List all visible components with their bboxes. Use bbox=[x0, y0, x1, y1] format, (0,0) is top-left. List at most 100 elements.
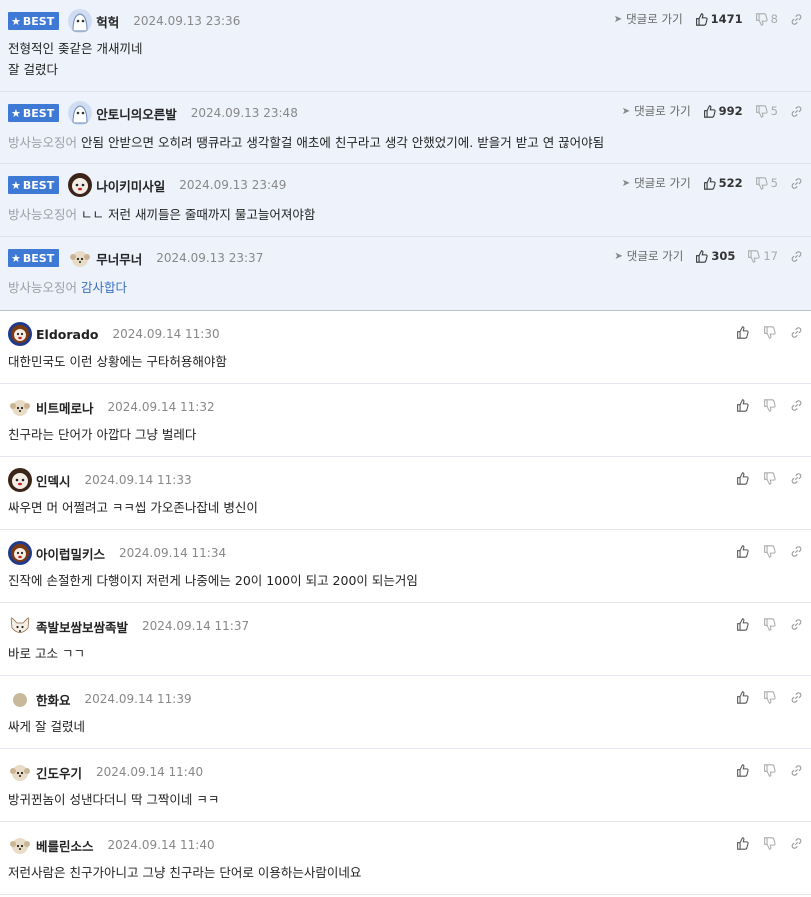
link-icon bbox=[791, 472, 802, 484]
star-icon: ★ bbox=[11, 178, 21, 192]
link-button[interactable] bbox=[790, 618, 803, 631]
thumbs-down-icon bbox=[755, 12, 768, 26]
thumbs-up-icon bbox=[737, 398, 749, 412]
reply-target[interactable]: 방사능오징어 bbox=[8, 280, 77, 295]
nickname[interactable]: 긴도우기 bbox=[36, 763, 82, 782]
link-button[interactable] bbox=[790, 764, 803, 777]
ball-avatar[interactable] bbox=[8, 687, 32, 711]
nickname[interactable]: 아이럽밀키스 bbox=[36, 544, 105, 563]
puppy-avatar[interactable] bbox=[8, 833, 32, 857]
downvote-button[interactable] bbox=[763, 398, 776, 412]
upvote-button[interactable] bbox=[736, 325, 749, 339]
thumbs-up-icon bbox=[696, 249, 708, 263]
comment: 아이럽밀키스 2024.09.14 11:34 진작에 손절한게 다행이지 저런게 … bbox=[0, 530, 811, 603]
nickname[interactable]: 무너무너 bbox=[96, 249, 142, 268]
thumbs-down-icon bbox=[764, 544, 776, 558]
ghost-avatar[interactable] bbox=[68, 9, 93, 33]
dog-avatar[interactable] bbox=[68, 173, 93, 197]
goto-reply-link[interactable]: ➤ 댓글로 가기 bbox=[622, 175, 691, 191]
regular-comments: Eldorado 2024.09.14 11:30 대한민국도 이런 상황에는 구타… bbox=[0, 311, 811, 895]
comment-date: 2024.09.14 11:40 bbox=[96, 765, 204, 779]
upvote-button[interactable] bbox=[736, 544, 749, 558]
upvote-button[interactable] bbox=[736, 836, 749, 850]
downvote-button[interactable] bbox=[763, 690, 776, 704]
best-comment: ★ BEST 무너무너 2024.09.13 23:37 ➤ 댓글로 가기 305 … bbox=[0, 237, 811, 311]
nickname[interactable]: 나이키미사일 bbox=[96, 176, 165, 195]
nickname[interactable]: Eldorado bbox=[36, 327, 99, 342]
nickname[interactable]: 헉헉 bbox=[96, 12, 119, 31]
star-icon: ★ bbox=[11, 106, 21, 120]
goto-reply-link[interactable]: ➤ 댓글로 가기 bbox=[622, 103, 691, 119]
downvote-button[interactable]: 8 bbox=[755, 12, 778, 26]
downvote-button[interactable]: 5 bbox=[755, 176, 778, 190]
link-button[interactable] bbox=[790, 691, 803, 704]
thumbs-up-icon bbox=[695, 12, 708, 26]
thumbs-down-icon bbox=[764, 690, 776, 704]
goto-reply-link[interactable]: ➤ 댓글로 가기 bbox=[614, 248, 683, 264]
puppy-avatar[interactable] bbox=[8, 760, 32, 784]
comment-body: 방사능오징어 안됨 안받으면 오히려 땡큐라고 생각할걸 애초에 친구라고 생각 … bbox=[8, 135, 605, 150]
upvote-button[interactable] bbox=[736, 617, 749, 631]
nickname[interactable]: 비트메로나 bbox=[36, 398, 94, 417]
nickname[interactable]: 안토니의오른발 bbox=[96, 104, 177, 123]
downvote-button[interactable] bbox=[763, 763, 776, 777]
nickname[interactable]: 인덱시 bbox=[36, 471, 71, 490]
upvote-button[interactable]: 522 bbox=[703, 176, 743, 190]
lion-avatar[interactable] bbox=[8, 541, 32, 565]
upvote-button[interactable] bbox=[736, 398, 749, 412]
dog-avatar[interactable] bbox=[8, 468, 32, 492]
nickname[interactable]: 족발보쌈보쌈족발 bbox=[36, 617, 128, 636]
link-button[interactable] bbox=[790, 545, 803, 558]
upvote-button[interactable] bbox=[736, 690, 749, 704]
reply-target[interactable]: 방사능오징어 bbox=[8, 207, 77, 222]
downvote-count: 8 bbox=[770, 12, 778, 26]
upvote-button[interactable]: 992 bbox=[703, 104, 743, 118]
link-button[interactable] bbox=[790, 177, 803, 190]
link-button[interactable] bbox=[790, 837, 803, 850]
link-icon bbox=[791, 764, 802, 776]
comment-date: 2024.09.13 23:48 bbox=[190, 106, 298, 120]
nickname[interactable]: 베를린소스 bbox=[36, 836, 94, 855]
thumbs-down-icon bbox=[764, 471, 776, 485]
downvote-button[interactable] bbox=[763, 544, 776, 558]
downvote-count: 5 bbox=[770, 104, 778, 118]
reply-target[interactable]: 방사능오징어 bbox=[8, 135, 77, 150]
downvote-button[interactable] bbox=[763, 471, 776, 485]
upvote-button[interactable] bbox=[736, 763, 749, 777]
fox-avatar[interactable] bbox=[8, 614, 32, 638]
upvote-count: 522 bbox=[718, 176, 743, 190]
link-button[interactable] bbox=[790, 13, 803, 26]
link-button[interactable] bbox=[790, 326, 803, 339]
best-badge: ★ BEST bbox=[8, 249, 60, 267]
comment: Eldorado 2024.09.14 11:30 대한민국도 이런 상황에는 구타… bbox=[0, 311, 811, 384]
link-icon bbox=[791, 13, 802, 25]
link-button[interactable] bbox=[790, 472, 803, 485]
comment-list: ★ BEST 헉헉 2024.09.13 23:36 ➤ 댓글로 가기 1471 8… bbox=[0, 0, 811, 895]
upvote-button[interactable] bbox=[736, 471, 749, 485]
downvote-button[interactable] bbox=[763, 836, 776, 850]
thumbs-up-icon bbox=[737, 471, 749, 485]
downvote-button[interactable]: 17 bbox=[747, 249, 778, 263]
lion-avatar[interactable] bbox=[8, 322, 32, 346]
upvote-button[interactable]: 1471 bbox=[695, 12, 743, 26]
comment-body: 방사능오징어 ㄴㄴ 저런 새끼들은 줄때까지 물고늘어져야함 bbox=[8, 207, 316, 222]
comment-body: 바로 고소 ㄱㄱ bbox=[8, 646, 85, 661]
send-arrow-icon: ➤ bbox=[621, 177, 631, 189]
goto-reply-link[interactable]: ➤ 댓글로 가기 bbox=[614, 11, 683, 27]
puppy-avatar[interactable] bbox=[68, 246, 92, 270]
downvote-button[interactable]: 5 bbox=[755, 104, 778, 118]
best-badge: ★ BEST bbox=[8, 12, 60, 30]
link-button[interactable] bbox=[790, 250, 803, 263]
nickname[interactable]: 한화요 bbox=[36, 690, 71, 709]
thumbs-down-icon bbox=[755, 176, 768, 190]
link-button[interactable] bbox=[790, 105, 803, 118]
link-button[interactable] bbox=[790, 399, 803, 412]
link-icon bbox=[791, 837, 802, 849]
upvote-button[interactable]: 305 bbox=[695, 249, 735, 263]
ghost-avatar[interactable] bbox=[68, 101, 93, 125]
comment-date: 2024.09.14 11:40 bbox=[107, 838, 215, 852]
thumbs-up-icon bbox=[737, 763, 749, 777]
downvote-button[interactable] bbox=[763, 617, 776, 631]
downvote-button[interactable] bbox=[763, 325, 776, 339]
puppy-avatar[interactable] bbox=[8, 395, 32, 419]
